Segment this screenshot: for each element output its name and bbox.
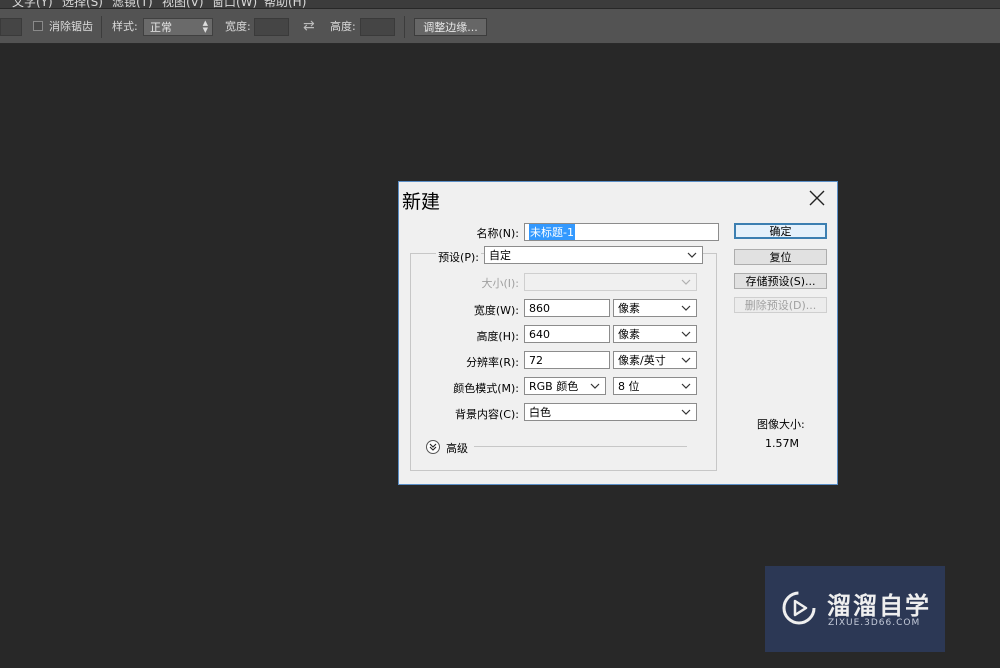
size-label: 大小(I): [481, 277, 519, 290]
swap-icon[interactable]: ⇄ [303, 18, 315, 34]
width-unit-select[interactable]: 像素 [613, 299, 697, 317]
separator [101, 16, 102, 38]
menu-view[interactable]: 视图(V) [162, 0, 204, 8]
height-label: 高度: [330, 20, 356, 33]
menu-filter[interactable]: 滤镜(T) [112, 0, 153, 8]
chevron-down-icon [687, 252, 697, 258]
chevron-down-icon [681, 331, 691, 337]
refine-edge-button[interactable]: 调整边缘... [414, 18, 487, 36]
size-select [524, 273, 697, 291]
expand-advanced-icon[interactable] [426, 440, 440, 454]
name-value: 未标题-1 [529, 224, 575, 240]
name-label: 名称(N): [476, 227, 519, 240]
background-label: 背景内容(C): [455, 408, 519, 421]
feather-field[interactable] [0, 18, 22, 36]
watermark-url: ZIXUE.3D66.COM [828, 618, 921, 628]
preset-value: 自定 [489, 249, 511, 262]
menu-help[interactable]: 帮助(H) [264, 0, 306, 8]
height-input[interactable]: 640 [524, 325, 610, 343]
advanced-label[interactable]: 高级 [446, 440, 468, 456]
height-unit-select[interactable]: 像素 [613, 325, 697, 343]
reset-button[interactable]: 复位 [734, 249, 827, 265]
resolution-input[interactable]: 72 [524, 351, 610, 369]
style-value: 正常 [150, 21, 172, 34]
ok-button[interactable]: 确定 [734, 223, 827, 239]
color-mode-label: 颜色模式(M): [453, 382, 519, 395]
watermark: 溜溜自学 ZIXUE.3D66.COM [765, 566, 945, 652]
width-label: 宽度: [225, 20, 251, 33]
antialias-label: 消除锯齿 [49, 20, 93, 33]
close-icon[interactable] [806, 187, 828, 209]
height-label: 高度(H): [476, 330, 519, 343]
advanced-divider [474, 446, 687, 447]
height-unit: 像素 [618, 328, 640, 341]
play-logo-icon [782, 591, 816, 625]
width-field[interactable] [254, 18, 289, 36]
new-document-dialog: 新建 名称(N): 未标题-1 预设(P): 自定 大小(I): 宽度(W): … [398, 181, 838, 485]
antialias-option[interactable]: 消除锯齿 [33, 9, 93, 43]
height-field[interactable] [360, 18, 395, 36]
chevron-down-icon [590, 383, 600, 389]
watermark-brand: 溜溜自学 [827, 592, 931, 620]
dialog-title: 新建 [402, 191, 441, 213]
options-bar: 消除锯齿 样式: 正常 ▲ ▼ 宽度: ⇄ 高度: 调整边缘... [0, 9, 1000, 44]
style-select[interactable]: 正常 ▲ ▼ [143, 18, 213, 36]
separator [404, 16, 405, 38]
chevron-down-icon [681, 279, 691, 285]
antialias-checkbox[interactable] [33, 21, 43, 31]
save-preset-button[interactable]: 存储预设(S)... [734, 273, 827, 289]
name-input[interactable]: 未标题-1 [524, 223, 719, 241]
chevron-down-icon [681, 357, 691, 363]
bit-depth-value: 8 位 [618, 380, 640, 393]
menu-window[interactable]: 窗口(W) [212, 0, 257, 8]
width-unit: 像素 [618, 302, 640, 315]
chevron-down-icon [681, 305, 691, 311]
chevron-down-icon [681, 409, 691, 415]
preset-label: 预设(P): [436, 249, 481, 265]
resolution-label: 分辨率(R): [466, 356, 519, 369]
menu-type[interactable]: 文字(Y) [12, 0, 53, 8]
menu-select[interactable]: 选择(S) [62, 0, 103, 8]
image-size-value: 1.57M [765, 437, 799, 450]
style-label: 样式: [112, 20, 138, 33]
background-select[interactable]: 白色 [524, 403, 697, 421]
image-size-label: 图像大小: [757, 418, 805, 431]
color-mode-value: RGB 颜色 [529, 380, 579, 393]
preset-select[interactable]: 自定 [484, 246, 703, 264]
width-label: 宽度(W): [473, 304, 519, 317]
resolution-unit-select[interactable]: 像素/英寸 [613, 351, 697, 369]
delete-preset-button: 删除预设(D)... [734, 297, 827, 313]
menu-bar: 文字(Y) 选择(S) 滤镜(T) 视图(V) 窗口(W) 帮助(H) [0, 0, 1000, 8]
resolution-unit: 像素/英寸 [618, 354, 666, 367]
updown-icon: ▲ ▼ [202, 19, 208, 34]
color-mode-select[interactable]: RGB 颜色 [524, 377, 606, 395]
width-input[interactable]: 860 [524, 299, 610, 317]
background-value: 白色 [529, 406, 551, 419]
bit-depth-select[interactable]: 8 位 [613, 377, 697, 395]
chevron-down-icon [681, 383, 691, 389]
